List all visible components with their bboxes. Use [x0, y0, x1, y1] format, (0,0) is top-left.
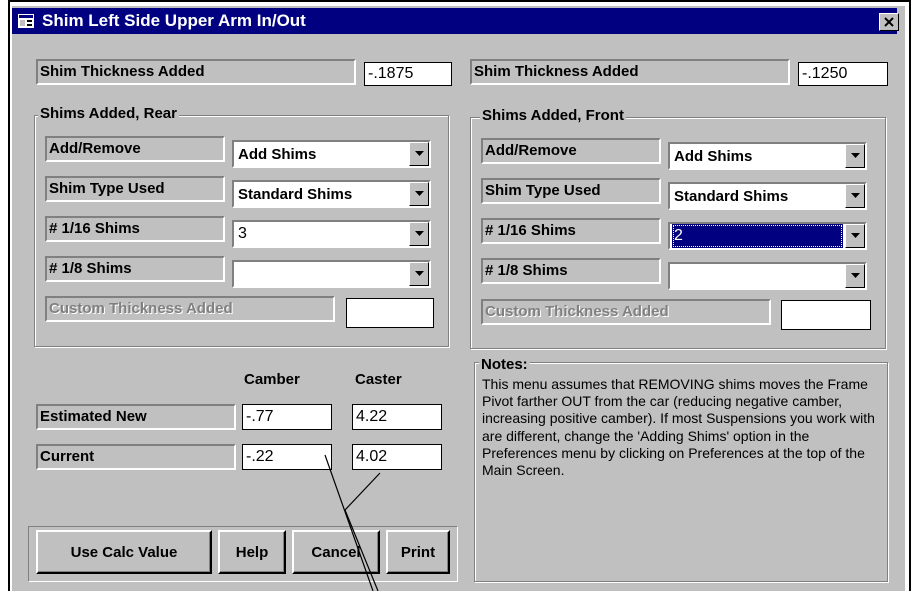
annotation-lines — [324, 454, 381, 591]
